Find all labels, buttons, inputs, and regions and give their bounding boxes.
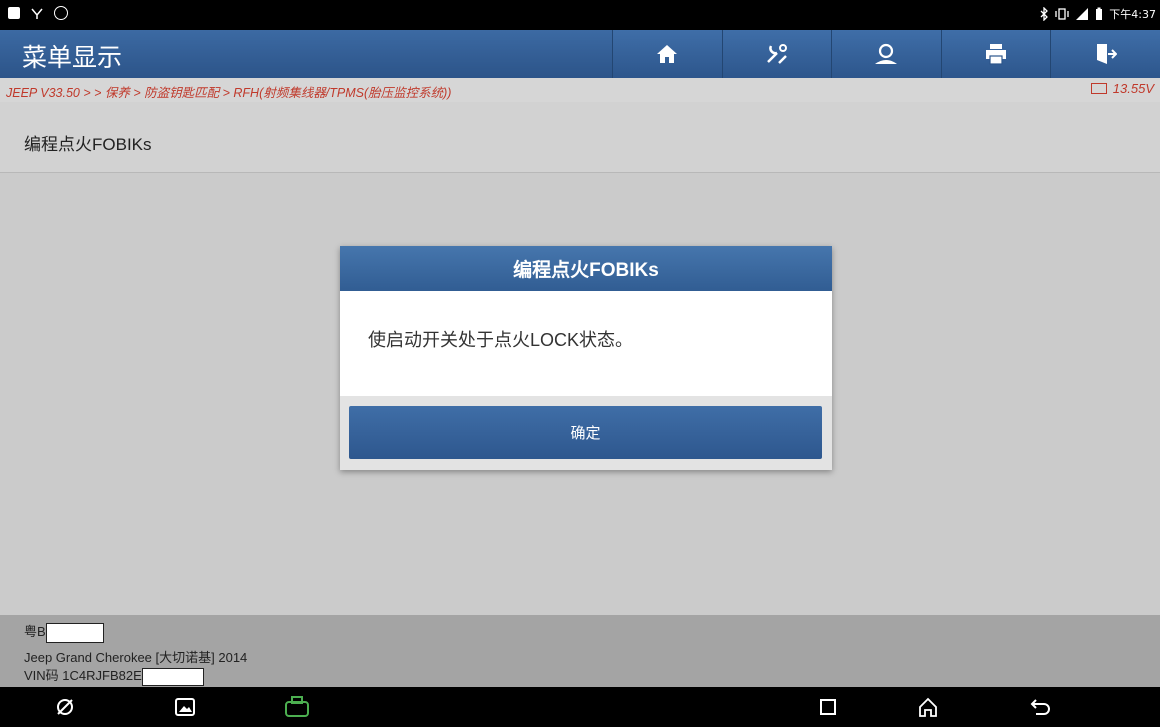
vin-line: VIN码 1C4RJFB82E xyxy=(24,665,204,686)
back-button[interactable] xyxy=(1026,695,1056,719)
status-time: 下午4:37 xyxy=(1109,8,1156,21)
status-left xyxy=(8,6,68,20)
vibrate-icon xyxy=(1055,8,1069,20)
signal-icon xyxy=(1076,8,1089,20)
redacted-box xyxy=(45,622,104,643)
exit-icon xyxy=(1096,44,1117,64)
dialog: 编程点火FOBIKs 使启动开关处于点火LOCK状态。 确定 xyxy=(340,246,832,470)
print-button[interactable] xyxy=(940,30,1051,78)
home-icon xyxy=(657,45,678,63)
breadcrumb-bar: JEEP V33.50 > > 保养 > 防盗钥匙匹配 > RFH(射频集线器/… xyxy=(0,78,1160,102)
vin-number: VIN码 1C4RJFB82E xyxy=(24,668,142,683)
recent-apps-icon xyxy=(820,699,836,715)
usb-icon xyxy=(31,8,43,19)
back-icon xyxy=(1030,699,1050,715)
page-title-bar: 编程点火FOBIKs xyxy=(0,102,1160,173)
plate-line: 粤B xyxy=(24,621,104,643)
status-right: 下午4:37 xyxy=(1039,6,1156,22)
battery-icon xyxy=(1096,7,1103,20)
vci-button[interactable] xyxy=(282,695,312,719)
gallery-button[interactable] xyxy=(170,695,200,719)
exit-button[interactable] xyxy=(1050,30,1160,78)
status-bar: 下午4:37 xyxy=(0,0,1160,30)
image-icon xyxy=(8,7,20,19)
vehicle-info: 粤B Jeep Grand Cherokee [大切诺基] 2014 VIN码 … xyxy=(0,615,1160,687)
vehicle-model: Jeep Grand Cherokee [大切诺基] 2014 xyxy=(24,650,248,665)
bluetooth-icon xyxy=(1040,7,1049,21)
car-battery-icon xyxy=(1090,83,1107,94)
user-button[interactable] xyxy=(831,30,941,78)
breadcrumb: JEEP V33.50 > > 保养 > 防盗钥匙匹配 > RFH(射频集线器/… xyxy=(6,86,452,100)
home-icon xyxy=(919,697,937,717)
diagnose-button[interactable] xyxy=(721,30,832,78)
gallery-icon xyxy=(175,698,195,716)
dialog-message: 使启动开关处于点火LOCK状态。 xyxy=(368,330,634,350)
ok-button[interactable]: 确定 xyxy=(349,406,822,459)
browser-button[interactable] xyxy=(50,695,80,719)
battery-voltage: 13.55V xyxy=(1090,81,1154,96)
print-icon xyxy=(986,44,1007,65)
dialog-title: 编程点火FOBIKs xyxy=(340,246,832,291)
dialog-footer: 确定 xyxy=(340,396,832,470)
voltage-value: 13.55V xyxy=(1112,81,1154,96)
settings-icon xyxy=(54,6,68,20)
redacted-box xyxy=(141,667,204,686)
app-title: 菜单显示 xyxy=(22,43,123,72)
plate-number: 粤B xyxy=(24,624,46,639)
user-icon xyxy=(875,43,898,64)
toolbar xyxy=(612,30,1160,78)
home-button[interactable] xyxy=(612,30,722,78)
browser-icon xyxy=(57,699,73,715)
page-title: 编程点火FOBIKs xyxy=(24,135,152,154)
app-header: 菜单显示 xyxy=(0,30,1160,78)
diagnose-icon xyxy=(767,44,787,64)
recent-apps-button[interactable] xyxy=(813,695,843,719)
vci-icon xyxy=(285,696,309,717)
nav-bar xyxy=(0,687,1160,727)
nav-home-button[interactable] xyxy=(913,695,943,719)
